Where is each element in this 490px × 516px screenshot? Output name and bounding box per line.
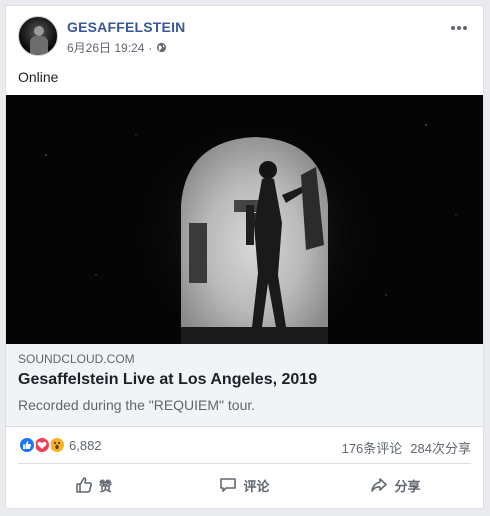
- page-name-link[interactable]: GESAFFELSTEIN: [67, 19, 186, 35]
- share-count[interactable]: 284次分享: [410, 438, 471, 457]
- engagement-counts: 176条评论 284次分享: [342, 438, 471, 457]
- like-reaction-icon: [18, 436, 36, 454]
- share-button[interactable]: 分享: [320, 468, 471, 502]
- share-button-label: 分享: [394, 478, 421, 494]
- avatar-body-shape: [30, 36, 48, 55]
- reactions-summary[interactable]: 6,882: [18, 436, 102, 454]
- like-button[interactable]: 赞: [18, 468, 169, 502]
- comment-count[interactable]: 176条评论: [342, 438, 403, 457]
- share-arrow-icon: [371, 478, 388, 492]
- link-preview-meta[interactable]: SOUNDCLOUD.COM Gesaffelstein Live at Los…: [6, 344, 483, 427]
- link-domain: SOUNDCLOUD.COM: [18, 352, 135, 366]
- post-text: Online: [18, 69, 59, 85]
- comment-button-label: 评论: [243, 478, 270, 494]
- thumbs-up-icon: [76, 477, 92, 493]
- count-spacer: [402, 438, 410, 457]
- post-card: GESAFFELSTEIN 6月26日 19:24 · Online SOUND…: [5, 5, 484, 509]
- reaction-count: 6,882: [69, 437, 102, 453]
- link-preview-image[interactable]: [6, 95, 483, 344]
- post-meta: 6月26日 19:24 ·: [67, 39, 167, 56]
- avatar-head-shape: [34, 26, 44, 36]
- post-stats: 6,882 176条评论 284次分享: [18, 430, 471, 464]
- link-description: Recorded during the "REQUIEM" tour.: [18, 397, 256, 413]
- concert-photo: [6, 95, 483, 344]
- comment-icon: [220, 478, 237, 492]
- globe-icon[interactable]: [156, 42, 167, 53]
- post-timestamp[interactable]: 6月26日 19:24: [67, 39, 144, 56]
- meta-separator: ·: [148, 40, 153, 55]
- post-header: GESAFFELSTEIN 6月26日 19:24 ·: [18, 16, 471, 60]
- link-title[interactable]: Gesaffelstein Live at Los Angeles, 2019: [18, 371, 317, 389]
- page-avatar[interactable]: [18, 16, 58, 56]
- post-actions: 赞 评论 分享: [18, 468, 471, 502]
- comment-button[interactable]: 评论: [169, 468, 320, 502]
- more-dots-icon[interactable]: [449, 22, 469, 34]
- like-button-label: 赞: [98, 478, 112, 494]
